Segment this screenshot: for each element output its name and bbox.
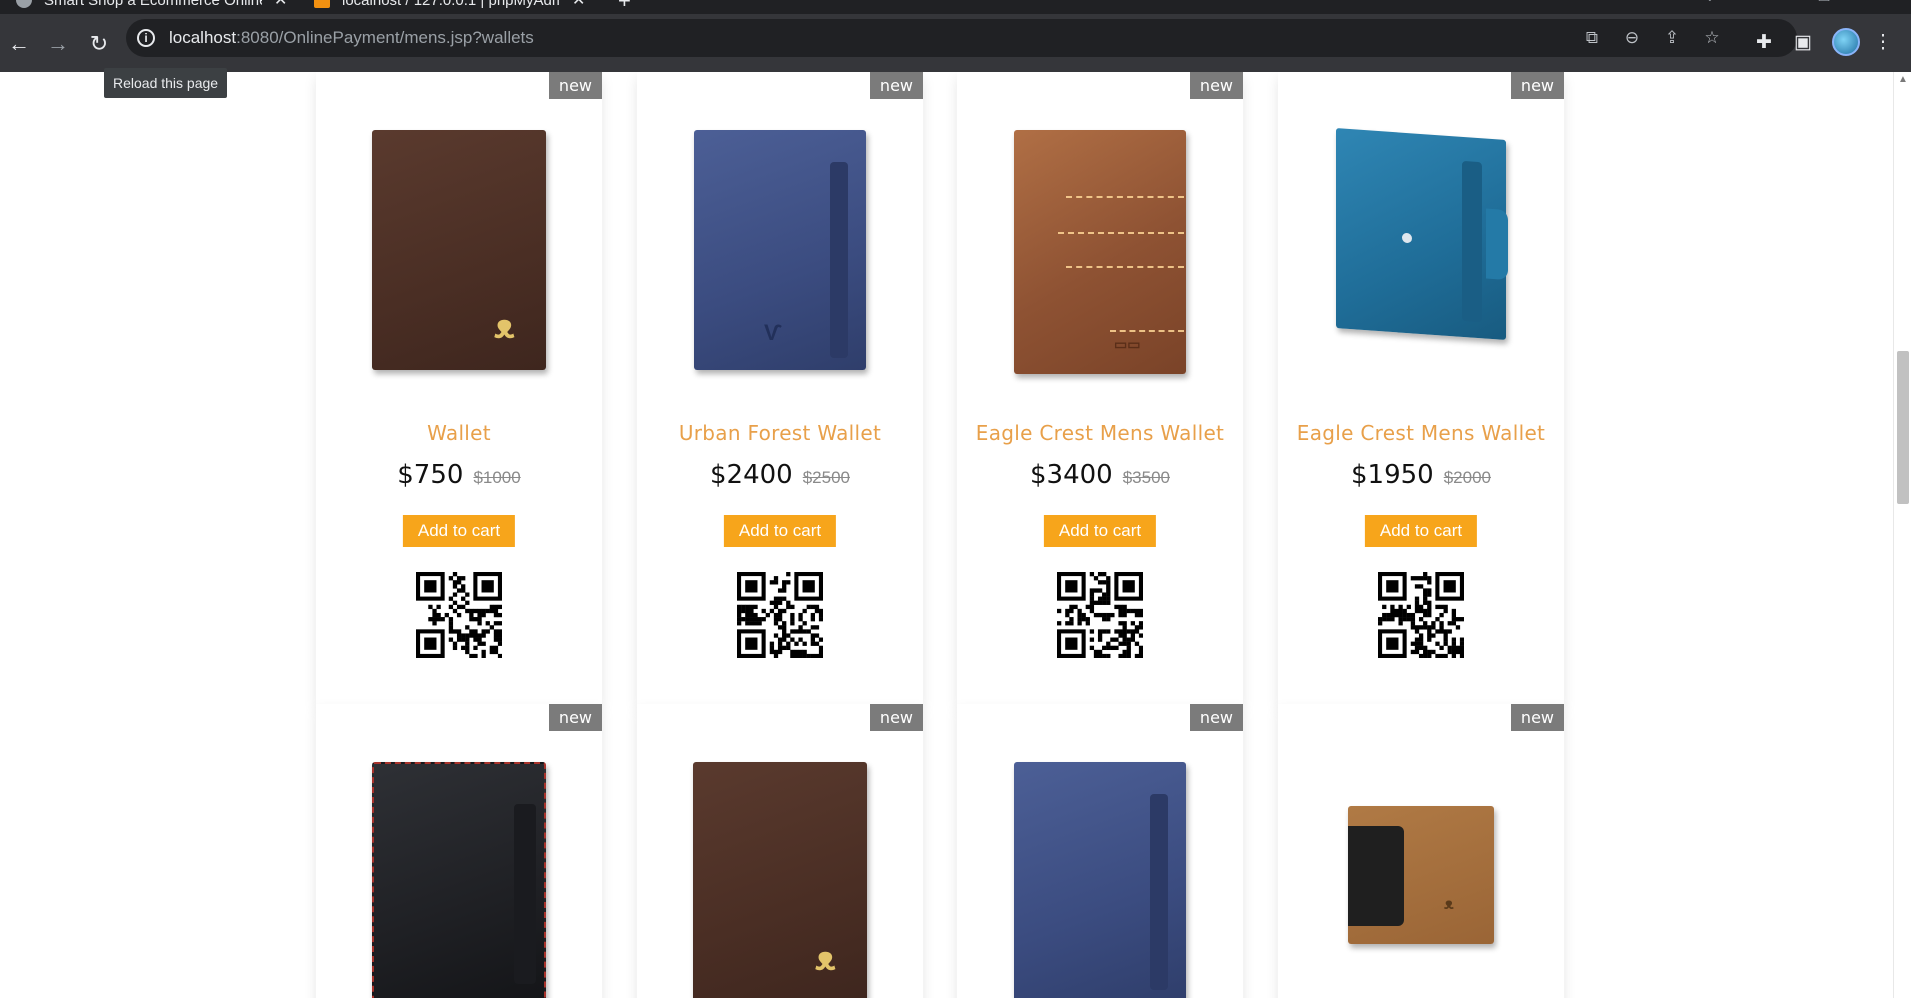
product-price: $2400 $2500 [710,460,850,490]
snap-button-icon [1402,232,1412,244]
product-name[interactable]: Eagle Crest Mens Wallet [1278,421,1564,445]
add-to-cart-button[interactable]: Add to cart [723,515,837,547]
product-image[interactable] [1336,128,1508,340]
tab-search-icon[interactable]: ⌄ [1704,0,1716,5]
tab-phpmyadmin[interactable]: localhost / 127.0.0.1 | phpMyAdmin ✕ [314,0,585,14]
puma-logo-icon: ᴥ [494,308,515,346]
new-badge: new [1189,72,1243,99]
qr-code [1378,572,1464,658]
bookmark-star-icon[interactable]: ☆ [1701,27,1723,49]
product-price: $3400 $3500 [1030,460,1170,490]
extensions-icon[interactable]: ✚ [1751,30,1777,56]
product-image[interactable]: Ѵ [694,130,866,370]
new-badge: new [1510,72,1564,99]
brand-logo-icon: Ѵ [764,320,782,345]
translate-icon[interactable]: ⧉ [1581,27,1603,49]
product-price: $750 $1000 [397,460,521,490]
product-image[interactable]: ᴥ [372,130,546,370]
brand-logo-icon: ▭▭ [1114,336,1141,352]
product-name[interactable]: Urban Forest Wallet [637,421,923,445]
new-badge: new [869,704,923,731]
qr-code [416,572,502,658]
product-card: new Ѵ Urban Forest Wallet $2400 $2500 Add… [637,72,923,704]
reload-icon[interactable]: ↻ [85,30,113,58]
puma-logo-icon: ᴥ [815,940,836,978]
product-card: new ▭▭ Eagle Crest Mens Wallet $3400 $350… [957,72,1243,704]
product-image[interactable]: ▭▭ [1014,130,1186,374]
side-panel-icon[interactable]: ▣ [1790,30,1816,56]
scroll-up-arrow-icon[interactable]: ▲ [1898,74,1908,85]
scrollbar-thumb[interactable] [1897,351,1909,504]
product-name[interactable]: Eagle Crest Mens Wallet [957,421,1243,445]
product-card: new [957,704,1243,998]
reload-tooltip: Reload this page [104,68,228,98]
product-card: new ᴥ [1278,704,1564,998]
product-card: new ᴥ [637,704,923,998]
globe-icon [16,0,32,8]
close-icon[interactable]: ✕ [572,0,585,10]
share-icon[interactable]: ⇪ [1661,27,1683,49]
forward-icon[interactable]: → [44,30,72,58]
site-info-icon[interactable]: i [137,29,155,47]
product-image[interactable] [1014,762,1186,998]
product-price: $1950 $2000 [1351,460,1491,490]
product-image[interactable] [372,762,546,998]
product-name[interactable]: Wallet [316,421,602,445]
new-badge: new [869,72,923,99]
restore-icon[interactable]: ❐ [1818,0,1831,5]
add-to-cart-button[interactable]: Add to cart [1043,515,1157,547]
page-viewport: new ᴥ Wallet $750 $1000 Add to cart new Ѵ… [0,72,1893,998]
window-close-icon[interactable]: ✕ [1876,0,1888,5]
zoom-icon[interactable]: ⊖ [1621,27,1643,49]
product-image[interactable]: ᴥ [1348,806,1494,944]
bull-logo-icon: ᴥ [1444,896,1454,913]
menu-icon[interactable]: ⋮ [1870,30,1896,56]
tab-smart-shop[interactable]: Smart Shop a Ecommerce Online ✕ [16,0,287,14]
add-to-cart-button[interactable]: Add to cart [1364,515,1478,547]
address-bar[interactable]: i localhost:8080/OnlinePayment/mens.jsp?… [126,19,1797,57]
close-icon[interactable]: ✕ [274,0,287,10]
phpmyadmin-icon [314,0,330,8]
qr-code [1057,572,1143,658]
add-to-cart-button[interactable]: Add to cart [402,515,516,547]
product-image[interactable]: ᴥ [693,762,867,998]
product-card: new Eagle Crest Mens Wallet $1950 $2000 A… [1278,72,1564,704]
vertical-scrollbar[interactable]: ▲ [1893,72,1911,998]
back-icon[interactable]: ← [5,30,33,58]
qr-code [737,572,823,658]
product-card: new ᴥ Wallet $750 $1000 Add to cart [316,72,602,704]
tab-strip: Smart Shop a Ecommerce Online ✕ localhos… [0,0,1911,14]
profile-avatar[interactable] [1832,28,1860,56]
new-badge: new [1189,704,1243,731]
new-tab-button[interactable]: + [618,0,631,12]
new-badge: new [548,704,602,731]
browser-toolbar: ← → ↻ i localhost:8080/OnlinePayment/men… [0,14,1911,72]
new-badge: new [548,72,602,99]
url-text[interactable]: localhost:8080/OnlinePayment/mens.jsp?wa… [169,28,534,48]
new-badge: new [1510,704,1564,731]
product-card: new [316,704,602,998]
minimize-icon[interactable]: — [1762,0,1776,4]
